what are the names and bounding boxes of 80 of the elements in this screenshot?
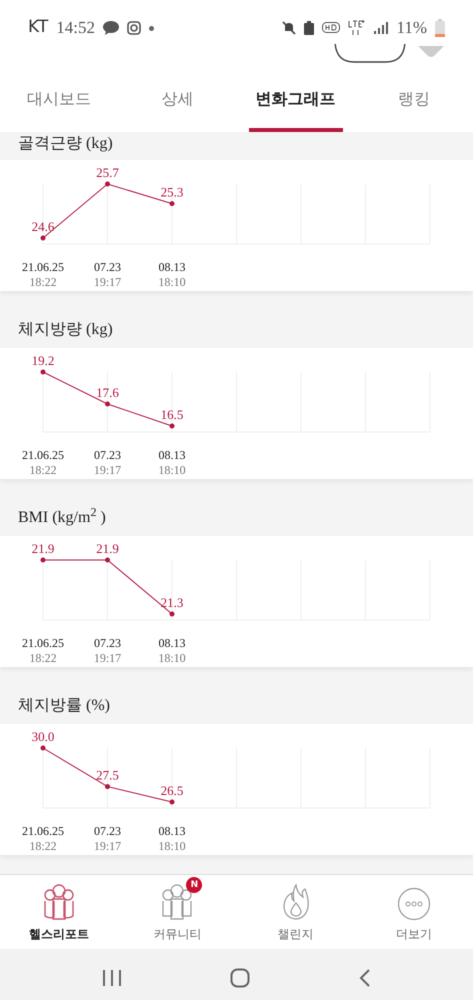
date-label: 21.06.25 xyxy=(22,824,64,838)
data-point xyxy=(105,402,110,406)
camera-icon xyxy=(126,21,141,35)
data-point xyxy=(40,370,46,374)
nav-tab[interactable]: 헬스리포트 xyxy=(0,875,118,949)
value-label: 17.6 xyxy=(96,385,119,400)
time-label: 18:22 xyxy=(29,275,57,289)
battery-icon xyxy=(435,19,445,37)
date-label: 21.06.25 xyxy=(22,636,64,650)
battery-percent: 11% xyxy=(396,17,427,40)
time-label: 18:22 xyxy=(29,463,57,477)
lte-icon xyxy=(348,20,366,36)
time-label: 18:10 xyxy=(158,651,186,665)
time-label: 18:10 xyxy=(158,463,186,477)
value-label: 25.3 xyxy=(160,184,184,200)
people-group-icon xyxy=(42,883,76,921)
time-label: 18:22 xyxy=(29,839,57,853)
new-badge: N xyxy=(186,877,202,893)
nav-tab[interactable]: 챌린지 xyxy=(236,875,355,949)
data-point xyxy=(40,558,46,562)
tab[interactable]: 랭킹 xyxy=(354,66,473,132)
time-label: 19:17 xyxy=(94,651,122,665)
date-label: 21.06.25 xyxy=(22,448,64,462)
hd-icon xyxy=(322,22,340,34)
date-label: 08.13 xyxy=(158,636,186,650)
tab[interactable]: 대시보드 xyxy=(0,66,118,132)
date-label: 07.23 xyxy=(94,448,121,462)
data-point xyxy=(170,424,174,428)
nav-tab[interactable]: 더보기 xyxy=(354,875,473,949)
value-label: 21.3 xyxy=(160,595,184,610)
value-label: 21.9 xyxy=(96,541,119,556)
recent-apps-icon[interactable] xyxy=(102,969,122,987)
time-label: 19:17 xyxy=(94,275,122,289)
data-point xyxy=(105,784,110,790)
data-point xyxy=(170,201,174,206)
value-label: 25.7 xyxy=(96,165,119,180)
header-button[interactable] xyxy=(334,44,406,64)
tab[interactable]: 상세 xyxy=(118,66,236,132)
value-label: 19.2 xyxy=(32,353,54,368)
section-title: 골격근량 (kg) xyxy=(18,135,113,152)
data-point xyxy=(105,558,110,562)
more-icon xyxy=(396,887,431,921)
value-label: 27.5 xyxy=(96,768,119,783)
date-label: 08.13 xyxy=(158,824,186,838)
value-label: 21.9 xyxy=(32,541,54,556)
date-label: 07.23 xyxy=(94,636,121,650)
tab[interactable]: 변화그래프 xyxy=(236,66,355,132)
time-label: 18:10 xyxy=(158,275,186,289)
flame-icon xyxy=(280,883,311,921)
value-label: 26.5 xyxy=(160,783,184,798)
date-label: 08.13 xyxy=(158,260,186,274)
value-label: 16.5 xyxy=(160,407,184,422)
time-label: 19:17 xyxy=(94,463,122,477)
dot-icon xyxy=(148,26,154,30)
data-point xyxy=(170,612,174,616)
home-icon[interactable] xyxy=(230,968,250,988)
time-label: 18:10 xyxy=(158,839,186,853)
signal-icon xyxy=(374,22,388,34)
clock-time: 14:52 xyxy=(56,17,95,40)
mute-icon xyxy=(282,21,296,35)
data-point xyxy=(105,182,110,186)
time-label: 18:22 xyxy=(29,651,57,665)
carrier-label: KT xyxy=(28,16,48,40)
back-icon[interactable] xyxy=(358,969,371,987)
date-label: 08.13 xyxy=(158,448,186,462)
date-label: 21.06.25 xyxy=(22,260,64,274)
value-label: 30.0 xyxy=(32,729,54,744)
chat-icon xyxy=(102,21,119,35)
data-point xyxy=(170,800,174,804)
battery-saver-icon xyxy=(304,21,314,35)
data-point xyxy=(40,746,46,750)
section-title: BMI (kg/m$^{2}$ ) xyxy=(18,509,106,526)
time-label: 19:17 xyxy=(94,839,122,853)
section-title: 체지방률 (%) xyxy=(18,697,110,714)
date-label: 07.23 xyxy=(94,824,121,838)
date-label: 07.23 xyxy=(94,260,121,274)
data-point xyxy=(40,236,46,240)
value-label: 24.6 xyxy=(32,219,54,234)
section-title: 체지방량 (kg) xyxy=(18,321,113,338)
nav-tab[interactable]: N 커뮤니티 xyxy=(118,875,236,949)
